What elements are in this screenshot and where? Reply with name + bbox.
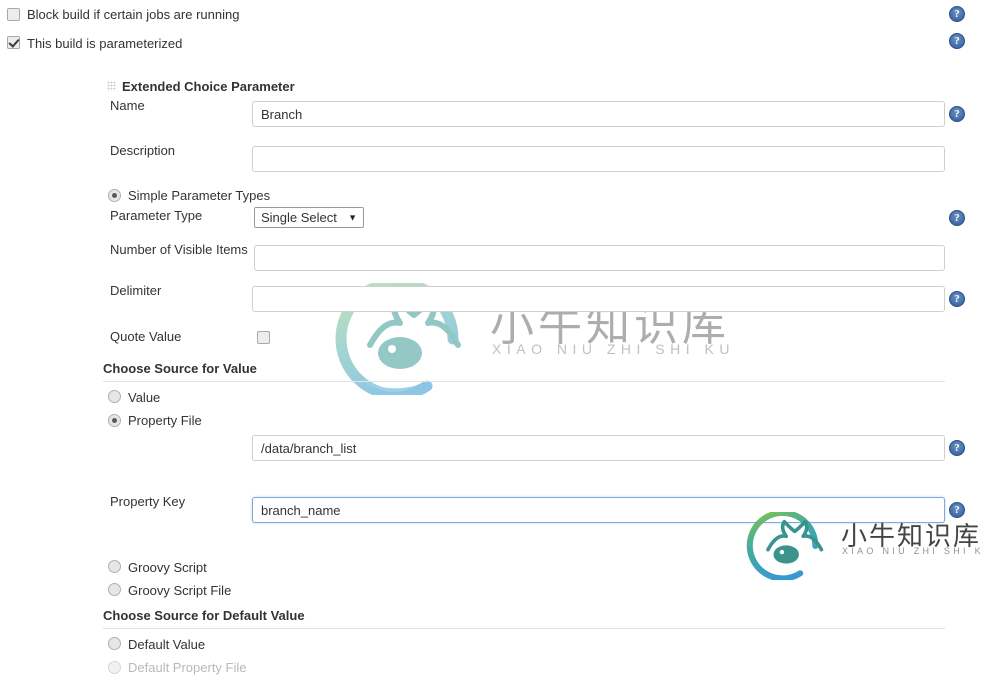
radio-source-groovy-script[interactable] — [108, 560, 121, 573]
help-icon-name[interactable]: ? — [949, 106, 965, 122]
label-simple-parameter-types: Simple Parameter Types — [128, 188, 271, 203]
label-build-parameterized: This build is parameterized — [27, 36, 183, 51]
label-description: Description — [110, 143, 176, 158]
label-name: Name — [110, 98, 145, 113]
label-source-groovy-script-file: Groovy Script File — [128, 583, 232, 598]
checkbox-block-build[interactable] — [7, 8, 20, 21]
help-icon-property-key[interactable]: ? — [949, 502, 965, 518]
label-default-property-file: Default Property File — [128, 660, 247, 675]
drag-handle-icon[interactable] — [107, 81, 116, 91]
radio-source-property-file[interactable] — [108, 414, 121, 427]
radio-source-value[interactable] — [108, 390, 121, 403]
help-icon-parameter-type[interactable]: ? — [949, 210, 965, 226]
label-quote-value: Quote Value — [110, 329, 182, 344]
input-description[interactable] — [252, 146, 945, 172]
extended-choice-parameter-title: Extended Choice Parameter — [122, 79, 295, 94]
label-delimiter: Delimiter — [110, 283, 162, 298]
input-name[interactable] — [252, 101, 945, 127]
help-icon-block-build[interactable]: ? — [949, 6, 965, 22]
chevron-down-icon: ▼ — [348, 212, 357, 222]
watermark-small-en: XIAO NIU ZHI SHI KU — [842, 546, 982, 556]
help-icon-property-file[interactable]: ? — [949, 440, 965, 456]
label-source-property-file: Property File — [128, 413, 202, 428]
divider-choose-source-for-default-value — [103, 628, 945, 629]
select-parameter-type[interactable]: Single Select ▼ — [254, 207, 364, 228]
label-block-build: Block build if certain jobs are running — [27, 7, 240, 22]
label-source-groovy-script: Groovy Script — [128, 560, 207, 575]
label-source-value: Value — [128, 390, 161, 405]
radio-default-property-file[interactable] — [108, 661, 121, 674]
jenkins-build-parameters-panel: 小牛知识库 XIAO NIU ZHI SHI KU Block build if… — [0, 0, 982, 678]
select-parameter-type-value: Single Select — [261, 210, 337, 225]
section-title-choose-source-for-value: Choose Source for Value — [103, 361, 257, 376]
radio-source-groovy-script-file[interactable] — [108, 583, 121, 596]
help-icon-build-parameterized[interactable]: ? — [949, 33, 965, 49]
input-number-of-visible-items[interactable] — [254, 245, 945, 271]
radio-default-value[interactable] — [108, 637, 121, 650]
divider-choose-source-for-value — [103, 381, 945, 382]
help-icon-delimiter[interactable]: ? — [949, 291, 965, 307]
checkbox-quote-value[interactable] — [257, 331, 270, 344]
input-property-file[interactable] — [252, 435, 945, 461]
label-property-key: Property Key — [110, 494, 186, 509]
input-property-key[interactable] — [252, 497, 945, 523]
label-parameter-type: Parameter Type — [110, 208, 203, 223]
watermark-large-en: XIAO NIU ZHI SHI KU — [492, 341, 735, 357]
checkbox-build-parameterized[interactable] — [7, 36, 20, 49]
radio-simple-parameter-types[interactable] — [108, 189, 121, 202]
label-number-of-visible-items: Number of Visible Items — [110, 242, 248, 257]
input-delimiter[interactable] — [252, 286, 945, 312]
label-default-value: Default Value — [128, 637, 206, 652]
section-title-choose-source-for-default-value: Choose Source for Default Value — [103, 608, 305, 623]
